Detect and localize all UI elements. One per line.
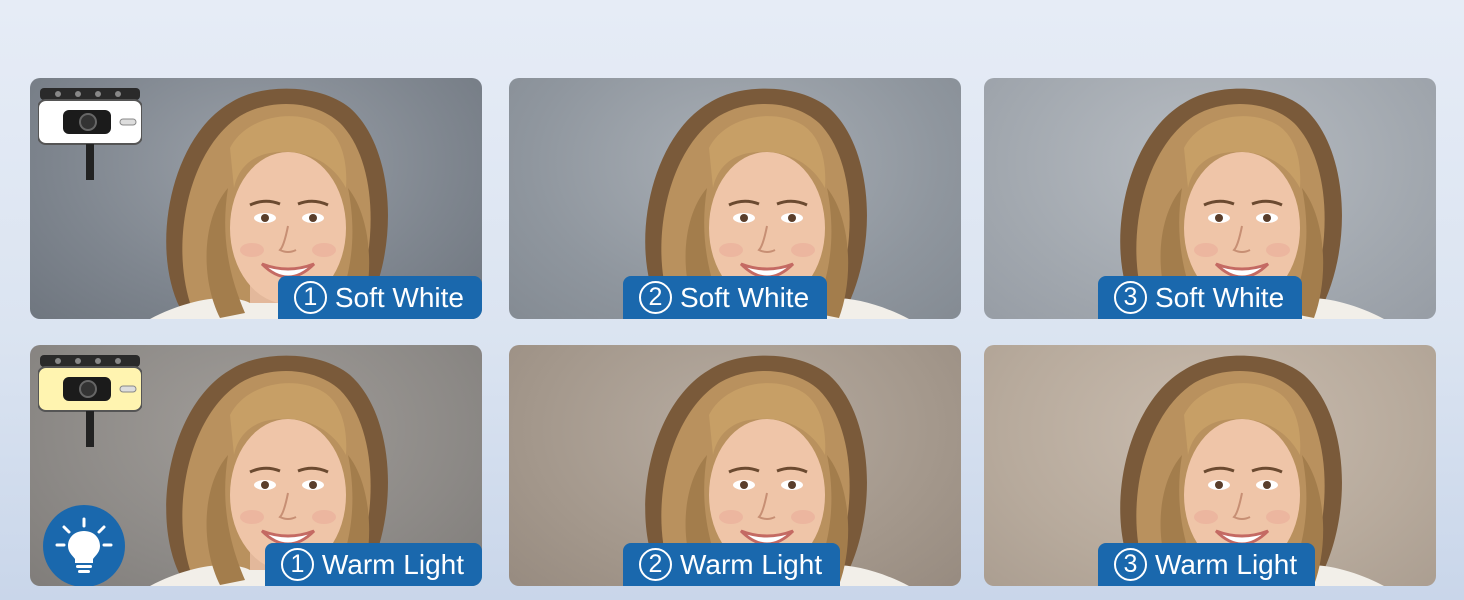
mode-label-text: Warm Light [680, 548, 823, 580]
mode-label-text: Soft White [680, 281, 810, 313]
warm-light-tile-3: 3 Warm Light [984, 345, 1436, 586]
mode-label: 3 Soft White [1098, 276, 1303, 319]
step-number: 3 [1114, 548, 1147, 581]
webcam-light-device-icon [38, 355, 142, 447]
mode-label: 1 Warm Light [264, 543, 482, 586]
step-number: 1 [280, 548, 314, 581]
warm-light-tile-1: 1 Warm Light [30, 345, 482, 586]
light-bulb-icon [43, 505, 125, 586]
mode-label: 1 Soft White [277, 276, 482, 319]
mode-label-text: Warm Light [321, 548, 464, 580]
mode-label: 2 Soft White [623, 276, 828, 319]
step-number: 2 [639, 281, 672, 314]
mode-label: 2 Warm Light [623, 543, 841, 586]
soft-white-tile-1: 1 Soft White [30, 78, 482, 319]
soft-white-tile-3: 3 Soft White [984, 78, 1436, 319]
step-number: 1 [293, 281, 327, 314]
mode-label-text: Warm Light [1155, 548, 1298, 580]
step-number: 3 [1114, 281, 1147, 314]
warm-light-tile-2: 2 Warm Light [509, 345, 961, 586]
soft-white-tile-2: 2 Soft White [509, 78, 961, 319]
step-number: 2 [639, 548, 672, 581]
mode-label-text: Soft White [334, 281, 464, 313]
mode-label-text: Soft White [1155, 281, 1285, 313]
mode-label: 3 Warm Light [1098, 543, 1316, 586]
webcam-light-device-icon [38, 88, 142, 180]
